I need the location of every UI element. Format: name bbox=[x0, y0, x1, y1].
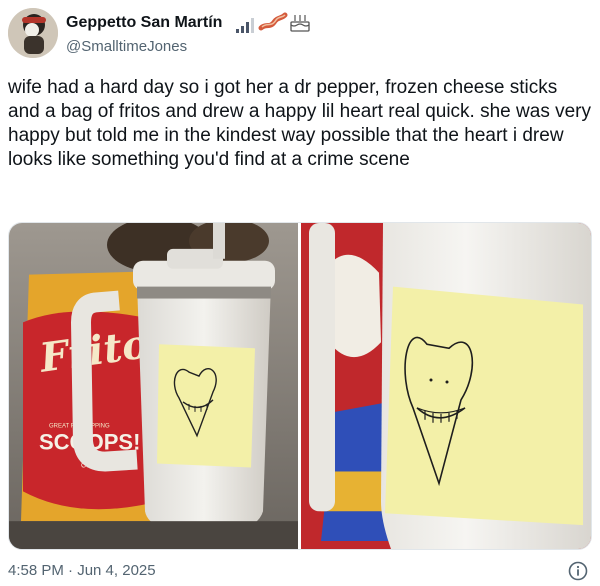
signal-bars-icon bbox=[236, 18, 254, 33]
avatar[interactable] bbox=[8, 8, 58, 58]
info-circle-icon[interactable] bbox=[568, 561, 588, 581]
tweet-header: Geppetto San Martín @SmalltimeJones bbox=[8, 4, 592, 60]
user-handle[interactable]: @SmalltimeJones bbox=[66, 37, 187, 57]
tweet-text: wife had a hard day so i got her a dr pe… bbox=[8, 77, 591, 170]
tweet-timestamp[interactable]: 4:58 PM · Jun 4, 2025 bbox=[8, 562, 156, 579]
photo-right[interactable] bbox=[301, 223, 592, 549]
bacon-icon bbox=[258, 12, 288, 31]
photo-left[interactable]: Fritos SCOOPS! CORN CHIPS GREAT FOR DIPP… bbox=[9, 223, 298, 549]
tweet-media[interactable]: Fritos SCOOPS! CORN CHIPS GREAT FOR DIPP… bbox=[8, 222, 592, 550]
profile-badges bbox=[235, 10, 315, 34]
display-name[interactable]: Geppetto San Martín bbox=[66, 13, 222, 33]
cake-icon bbox=[290, 15, 310, 32]
